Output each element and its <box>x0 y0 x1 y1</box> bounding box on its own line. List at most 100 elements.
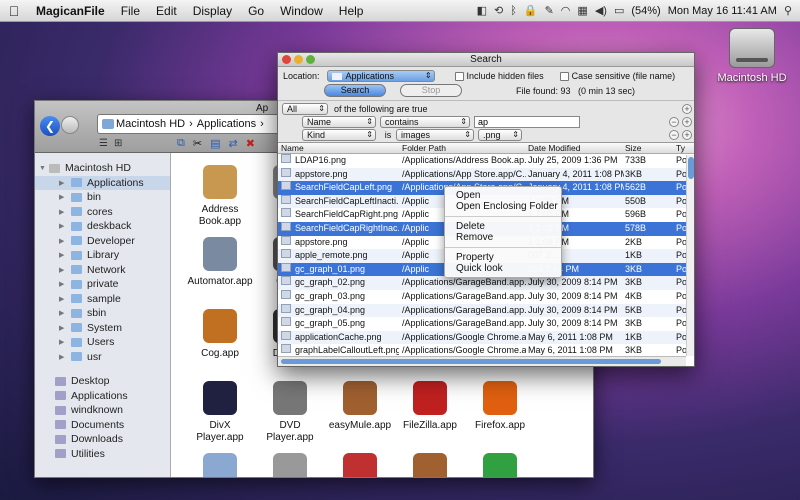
disclosure-triangle-icon[interactable]: ▶ <box>59 353 64 361</box>
table-row[interactable]: gc_graph_04.png/Applications/GarageBand.… <box>278 303 694 318</box>
location-popup[interactable]: Applications <box>326 70 435 82</box>
add-rule-button[interactable]: + <box>682 130 692 140</box>
sidebar-item-users[interactable]: ▶ Users <box>35 335 170 350</box>
table-row[interactable]: appstore.png/Applications/App Store.app/… <box>278 167 694 182</box>
path-bar[interactable]: Macintosh HD › Applications › <box>97 114 303 134</box>
close-button[interactable] <box>282 55 291 64</box>
file-icon-item[interactable]: DVD Player.app <box>255 381 325 444</box>
sidebar-item-sbin[interactable]: ▶ sbin <box>35 306 170 321</box>
include-hidden-checkbox[interactable] <box>454 71 464 81</box>
sidebar-favorite-windknown[interactable]: windknown <box>35 403 170 418</box>
scroll-thumb[interactable] <box>281 359 661 364</box>
sidebar-item-network[interactable]: ▶ Network <box>35 263 170 278</box>
file-icon-item[interactable] <box>185 453 255 477</box>
battery-icon[interactable]: ▭ <box>614 4 624 17</box>
scroll-thumb[interactable] <box>688 157 694 179</box>
add-rule-button[interactable]: + <box>682 117 692 127</box>
sidebar-item-cores[interactable]: ▶ cores <box>35 205 170 220</box>
menu-window[interactable]: Window <box>272 4 331 18</box>
battery-percent[interactable]: (54%) <box>631 5 660 17</box>
spotlight-icon[interactable]: ⚲ <box>784 4 792 17</box>
menu-item-quick-look[interactable]: Quick look <box>445 263 561 274</box>
criteria-op-popup[interactable]: contains <box>380 116 470 128</box>
file-icon-item[interactable] <box>395 453 465 477</box>
criteria-value-input[interactable] <box>474 116 580 128</box>
disclosure-triangle-icon[interactable]: ▶ <box>59 280 64 288</box>
sidebar-favorite-desktop[interactable]: Desktop <box>35 374 170 389</box>
wifi-icon[interactable]: ◠ <box>561 4 571 17</box>
menu-go[interactable]: Go <box>240 4 272 18</box>
remove-rule-button[interactable]: − <box>669 117 679 127</box>
disclosure-triangle-icon[interactable]: ▶ <box>59 237 64 245</box>
file-icon-item[interactable] <box>465 453 535 477</box>
sidebar-favorite-utilities[interactable]: Utilities <box>35 447 170 462</box>
search-button[interactable]: Search <box>324 84 386 97</box>
menu-edit[interactable]: Edit <box>148 4 185 18</box>
sidebar-favorite-applications[interactable]: Applications <box>35 389 170 404</box>
sidebar-item-library[interactable]: ▶ Library <box>35 248 170 263</box>
match-popup[interactable]: All <box>282 103 328 115</box>
horizontal-scrollbar[interactable] <box>278 356 686 366</box>
app-status-icon[interactable]: ◧ <box>477 4 487 17</box>
zoom-button[interactable] <box>306 55 315 64</box>
table-row[interactable]: gc_graph_03.png/Applications/GarageBand.… <box>278 289 694 304</box>
file-icon-item[interactable]: FileZilla.app <box>395 381 465 432</box>
time-machine-icon[interactable]: ⟲ <box>494 4 503 17</box>
apple-menu-icon[interactable]:  <box>0 3 28 19</box>
sidebar-item-private[interactable]: ▶ private <box>35 277 170 292</box>
remove-rule-button[interactable]: − <box>669 130 679 140</box>
path-segment-folder[interactable]: Applications <box>197 118 256 130</box>
lock-icon[interactable]: 🔒 <box>524 4 538 17</box>
menu-file[interactable]: File <box>113 4 148 18</box>
column-date-modified[interactable]: Date Modified <box>528 143 580 154</box>
menu-item-property[interactable]: Property <box>445 252 561 263</box>
disclosure-triangle-icon[interactable]: ▶ <box>59 266 64 274</box>
sidebar-item-sample[interactable]: ▶ sample <box>35 292 170 307</box>
disclosure-triangle-icon[interactable]: ▶ <box>59 208 64 216</box>
case-sensitive-checkbox[interactable] <box>559 71 569 81</box>
file-icon-item[interactable]: Firefox.app <box>465 381 535 432</box>
sidebar-item-bin[interactable]: ▶ bin <box>35 190 170 205</box>
disclosure-triangle-icon[interactable]: ▶ <box>59 179 64 187</box>
menu-item-remove[interactable]: Remove <box>445 232 561 243</box>
disclosure-triangle-icon[interactable]: ▶ <box>59 222 64 230</box>
sidebar-favorite-downloads[interactable]: Downloads <box>35 432 170 447</box>
clock[interactable]: Mon May 16 11:41 AM <box>668 5 777 17</box>
paste-icon[interactable]: ▤ <box>210 137 220 150</box>
vertical-scrollbar[interactable] <box>686 155 694 356</box>
file-icon-item[interactable] <box>325 453 395 477</box>
criteria-field-popup[interactable]: Name <box>302 116 376 128</box>
minimize-button[interactable] <box>294 55 303 64</box>
table-row[interactable]: LDAP16.png/Applications/Address Book.ap.… <box>278 154 694 168</box>
menu-item-delete[interactable]: Delete <box>445 221 561 232</box>
sidebar-item-system[interactable]: ▶ System <box>35 321 170 336</box>
disclosure-triangle-icon[interactable]: ▶ <box>59 251 64 259</box>
flag-icon[interactable]: ▦ <box>577 4 587 17</box>
sidebar-item-deskback[interactable]: ▶ deskback <box>35 219 170 234</box>
grid-view-icon[interactable]: ⊞ <box>114 138 122 149</box>
file-icon-item[interactable] <box>255 453 325 477</box>
menu-display[interactable]: Display <box>185 4 240 18</box>
bluetooth-icon[interactable]: ᛒ <box>510 5 517 17</box>
column-folder-path[interactable]: Folder Path <box>402 143 446 154</box>
disclosure-triangle-icon[interactable]: ▶ <box>59 338 64 346</box>
criteria-value-popup[interactable]: images <box>396 129 474 141</box>
file-icon-item[interactable]: Automator.app <box>185 237 255 288</box>
back-button[interactable]: ❮ <box>40 116 60 136</box>
file-icon-item[interactable]: Cog.app <box>185 309 255 360</box>
delete-icon[interactable]: ✖ <box>246 137 255 150</box>
menu-help[interactable]: Help <box>331 4 372 18</box>
sidebar-disk[interactable]: ▼ Macintosh HD <box>35 161 170 176</box>
volume-icon[interactable]: ◀) <box>595 4 607 17</box>
add-rule-button[interactable]: + <box>682 104 692 114</box>
file-icon-item[interactable]: easyMule.app <box>325 381 395 432</box>
move-icon[interactable]: ⇄ <box>228 137 237 150</box>
file-icon-item[interactable]: Address Book.app <box>185 165 255 228</box>
sidebar-item-applications[interactable]: ▶ Applications <box>35 175 170 190</box>
disclosure-triangle-icon[interactable]: ▶ <box>59 309 64 317</box>
sidebar-item-usr[interactable]: ▶ usr <box>35 350 170 365</box>
copy-icon[interactable]: ⧉ <box>177 137 185 150</box>
sidebar-favorite-documents[interactable]: Documents <box>35 418 170 433</box>
disclosure-triangle-icon[interactable]: ▶ <box>59 193 64 201</box>
menu-item-open-enclosing-folder[interactable]: Open Enclosing Folder <box>445 201 561 212</box>
